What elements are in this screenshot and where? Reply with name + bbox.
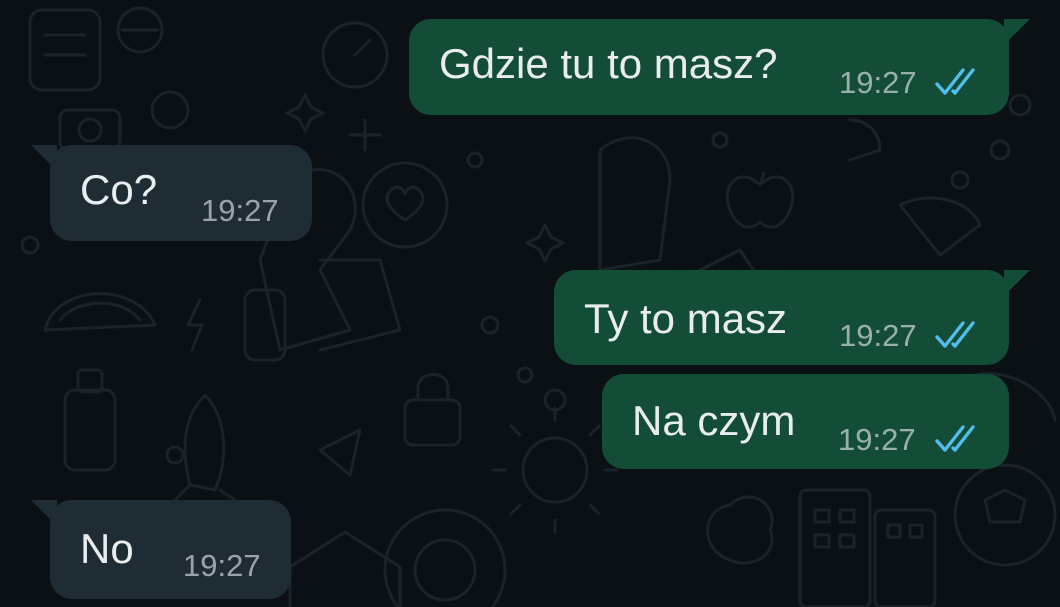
message-time: 19:27 [201, 193, 279, 228]
message-text: Gdzie tu to masz? [439, 40, 778, 87]
message-incoming[interactable]: Co? 19:27 [50, 145, 312, 241]
double-check-read-icon [935, 68, 975, 95]
message-text: Na czym [632, 397, 796, 444]
message-time: 19:27 [839, 318, 917, 353]
chat-conversation[interactable]: Gdzie tu to masz? 19:27 Co? 19:27 Ty to … [0, 0, 1060, 607]
message-time: 19:27 [839, 65, 917, 100]
message-time: 19:27 [838, 422, 916, 457]
double-check-read-icon [935, 425, 975, 452]
message-time: 19:27 [183, 548, 261, 583]
message-text: Ty to masz [584, 295, 788, 342]
double-check-read-icon [935, 321, 975, 348]
message-outgoing[interactable]: Na czym 19:27 [602, 374, 1009, 469]
message-outgoing[interactable]: Ty to masz 19:27 [554, 270, 1009, 365]
message-text: No [80, 525, 134, 572]
message-text: Co? [80, 166, 158, 213]
message-outgoing[interactable]: Gdzie tu to masz? 19:27 [409, 19, 1009, 115]
message-incoming[interactable]: No 19:27 [50, 500, 291, 599]
